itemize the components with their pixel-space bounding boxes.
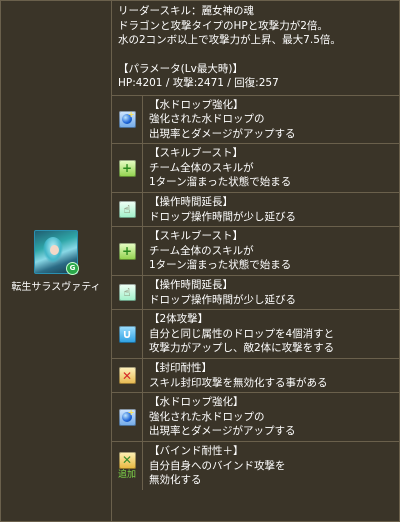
awakening-desc-2: 1ターン溜まった状態で始まる [149,259,292,272]
awakening-text: 【水ドロップ強化】 強化された水ドロップの 出現率とダメージがアップする [143,96,300,144]
awakening-row: + 【スキルブースト】 チーム全体のスキルが 1ターン溜まった状態で始まる [112,227,399,277]
awakening-desc-1: チーム全体のスキルが [149,244,254,257]
awakening-title: 【水ドロップ強化】 [149,98,244,111]
extend-time-icon[interactable]: ☝ [118,201,136,219]
parameter-title: 【パラメータ(Lv最大時)】 [118,62,243,75]
awakening-row: ☝ 【操作時間延長】 ドロップ操作時間が少し延びる [112,276,399,311]
details-column: リーダースキル：麗女神の魂 ドラゴンと攻撃タイプのHPと攻撃力が2倍。 水の2コ… [112,1,399,521]
leader-skill-title: リーダースキル：麗女神の魂 [118,5,254,17]
portrait-face [50,244,59,255]
skill-boost-icon[interactable]: + [118,242,136,260]
awakening-icon-cell: ✕ 追加 [112,441,143,490]
awakening-desc-1: ドロップ操作時間が少し延びる [149,210,296,223]
awakening-title: 【バインド耐性＋】 [149,444,244,457]
awakening-text: 【操作時間延長】 ドロップ操作時間が少し延びる [143,276,301,309]
awakening-icon-cell: ☝ [112,276,143,310]
extend-time-icon[interactable]: ☝ [118,284,136,302]
awakening-desc-1: 自分自身へのバインド攻撃を [149,459,286,472]
monster-column: G 転生サラスヴァティ [1,1,112,521]
monster-name: 転生サラスヴァティ [11,281,101,293]
awakening-desc-1: 自分と同じ属性のドロップを4個消すと [149,327,335,340]
awakening-row: + 【スキルブースト】 チーム全体のスキルが 1ターン溜まった状態で始まる [112,144,399,194]
awakening-icon-cell: + [112,144,143,193]
awakening-text: 【操作時間延長】 ドロップ操作時間が少し延びる [143,193,301,226]
awakening-title: 【スキルブースト】 [149,230,243,243]
awakening-row: + 【水ドロップ強化】 強化された水ドロップの 出現率とダメージがアップする [112,393,399,442]
added-tag: 追加 [117,469,136,480]
awakening-icon-cell: ✕ [112,359,143,393]
bind-resist-plus-icon[interactable]: ✕ [118,451,136,469]
awakening-text: 【スキルブースト】 チーム全体のスキルが 1ターン溜まった状態で始まる [143,227,296,275]
awakening-text: 【バインド耐性＋】 自分自身へのバインド攻撃を 無効化する [143,442,291,490]
awakening-icon-cell: ☝ [112,193,143,227]
monster-portrait-icon[interactable]: G [34,229,79,275]
awakening-title: 【2体攻撃】 [149,313,209,326]
awakening-icon-cell: + [112,95,143,144]
awakening-desc-1: ドロップ操作時間が少し延びる [149,293,296,306]
awakening-text: 【2体攻撃】 自分と同じ属性のドロップを4個消すと 攻撃力がアップし、敵2体に攻… [143,310,339,358]
resist-skill-bind-icon[interactable]: ✕ [118,367,136,385]
awakening-desc-2: 出現率とダメージがアップする [149,425,296,438]
awakening-row: + 【水ドロップ強化】 強化された水ドロップの 出現率とダメージがアップする [112,95,399,145]
awakening-desc-1: チーム全体のスキルが [149,161,254,174]
awakening-desc-2: 無効化する [149,474,202,487]
awakening-desc-1: 強化された水ドロップの [149,113,265,126]
monster-info-panel: G 転生サラスヴァティ リーダースキル：麗女神の魂 ドラゴンと攻撃タイプのHPと… [0,0,400,522]
awakening-desc-2: 1ターン溜まった状態で始まる [149,176,292,189]
awakening-desc-1: 強化された水ドロップの [149,410,265,423]
awakening-icon-cell: + [112,393,143,441]
awakening-icon-cell: ∪ [112,310,143,358]
leader-skill-line-1: ドラゴンと攻撃タイプのHPと攻撃力が2倍。 [118,19,328,32]
awakening-row: ∪ 【2体攻撃】 自分と同じ属性のドロップを4個消すと 攻撃力がアップし、敵2体… [112,310,399,359]
awakening-title: 【操作時間延長】 [149,196,233,209]
skill-boost-icon[interactable]: + [118,159,136,177]
awakening-title: 【スキルブースト】 [149,147,243,160]
leader-skill-line-2: 水の2コンボ以上で攻撃力が上昇、最大7.5倍。 [118,34,341,46]
attribute-badge: G [66,261,79,275]
awakening-text: 【スキルブースト】 チーム全体のスキルが 1ターン溜まった状態で始まる [143,144,296,192]
awakening-icon-cell: + [112,227,143,276]
awakening-title: 【操作時間延長】 [149,279,233,292]
awakening-title: 【封印耐性】 [149,362,212,374]
header-block: リーダースキル：麗女神の魂 ドラゴンと攻撃タイプのHPと攻撃力が2倍。 水の2コ… [112,1,399,96]
awakening-text: 【水ドロップ強化】 強化された水ドロップの 出現率とダメージがアップする [143,393,300,441]
awakening-row: ✕ 【封印耐性】 スキル封印攻撃を無効化する事がある [112,359,399,394]
awakening-text: 【封印耐性】 スキル封印攻撃を無効化する事がある [143,359,333,392]
water-drop-enhance-icon[interactable]: + [118,110,136,128]
awakening-desc-2: 出現率とダメージがアップする [149,127,296,140]
awakening-desc-2: 攻撃力がアップし、敵2体に攻撃をする [149,342,335,355]
awakening-row: ✕ 追加 【バインド耐性＋】 自分自身へのバインド攻撃を 無効化する [112,441,399,490]
parameter-values: HP:4201 / 攻撃:2471 / 回復:257 [118,77,279,89]
two-pronged-attack-icon[interactable]: ∪ [118,325,136,343]
awakening-title: 【水ドロップ強化】 [149,396,244,409]
water-drop-enhance-icon[interactable]: + [118,408,136,426]
awakening-desc-1: スキル封印攻撃を無効化する事がある [149,376,328,389]
awakening-row: ☝ 【操作時間延長】 ドロップ操作時間が少し延びる [112,193,399,228]
